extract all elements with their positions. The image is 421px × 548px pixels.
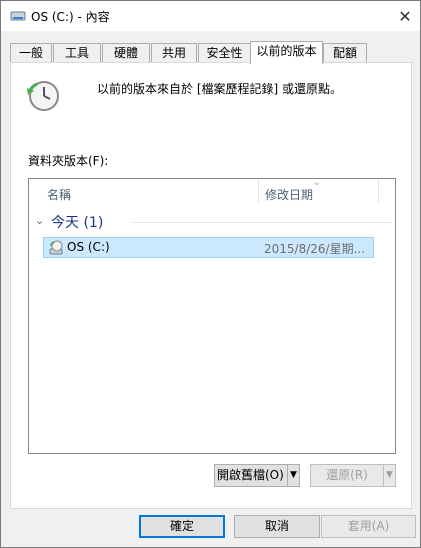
drive-restore-icon: [49, 240, 63, 255]
column-header-date[interactable]: 修改日期: [265, 186, 313, 203]
group-header-today[interactable]: ⌄ 今天 (1): [35, 212, 391, 232]
group-label: 今天 (1): [51, 215, 104, 231]
folder-versions-label: 資料夾版本(F):: [28, 154, 109, 168]
tab-general[interactable]: 一般: [10, 43, 52, 63]
list-item[interactable]: OS (C:) 2015/8/26/星期...: [43, 237, 374, 258]
dropdown-arrow-icon[interactable]: ▼: [290, 465, 297, 486]
tab-tools[interactable]: 工具: [53, 43, 101, 63]
drive-icon: [10, 11, 26, 21]
previous-versions-panel: 以前的版本來自於 [檔案歷程記錄] 或還原點。 資料夾版本(F): 名稱 修改日…: [10, 62, 412, 509]
split-divider: [383, 465, 384, 486]
tab-hardware[interactable]: 硬體: [102, 43, 150, 63]
version-name: OS (C:): [67, 240, 110, 254]
dropdown-arrow-icon[interactable]: ▼: [386, 465, 393, 486]
properties-window: OS (C:) - 內容 ✕ 一般 工具 硬體 共用 安全性 以前的版本 配額 …: [0, 0, 421, 548]
version-date: 2015/8/26/星期...: [264, 242, 366, 256]
column-divider[interactable]: [378, 179, 379, 203]
restore-button[interactable]: 還原(R) ▼: [310, 464, 396, 487]
split-divider: [287, 465, 288, 486]
tab-previous-versions[interactable]: 以前的版本: [250, 41, 323, 64]
folder-versions-list[interactable]: 名稱 修改日期 ⌄ ⌄ 今天 (1) OS (C:) 2015/8/26/星期.…: [28, 178, 396, 454]
tab-quota[interactable]: 配額: [323, 43, 367, 63]
tab-sharing[interactable]: 共用: [151, 43, 197, 63]
sort-chevron-icon: ⌄: [313, 178, 321, 188]
cancel-button[interactable]: 取消: [234, 515, 320, 538]
description-text: 以前的版本來自於 [檔案歷程記錄] 或還原點。: [97, 82, 342, 96]
open-button[interactable]: 開啟舊檔(O) ▼: [214, 464, 300, 487]
restore-button-label: 還原(R): [326, 468, 368, 482]
close-button[interactable]: ✕: [390, 1, 420, 31]
open-button-label: 開啟舊檔(O): [217, 468, 284, 482]
column-divider[interactable]: [258, 179, 259, 203]
apply-button[interactable]: 套用(A): [321, 515, 416, 538]
title-bar: OS (C:) - 內容 ✕: [1, 1, 420, 31]
restore-clock-icon: [27, 81, 59, 111]
column-header-name[interactable]: 名稱: [47, 186, 71, 203]
group-divider: [133, 222, 391, 223]
ok-button[interactable]: 確定: [139, 515, 225, 538]
chevron-down-icon[interactable]: ⌄: [35, 214, 44, 227]
close-icon: ✕: [398, 6, 412, 26]
tab-security[interactable]: 安全性: [198, 43, 251, 63]
window-title: OS (C:) - 內容: [31, 10, 110, 24]
